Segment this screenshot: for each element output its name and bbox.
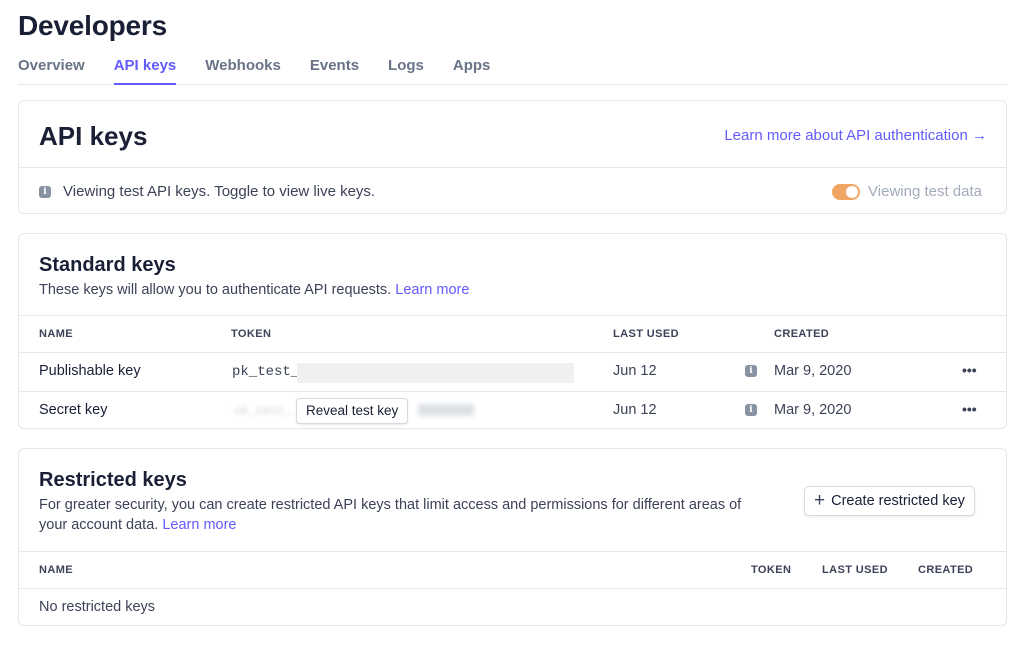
restricted-keys-description-line2: your account data. [39,517,159,533]
restricted-keys-description: For greater security, you can create res… [39,495,799,535]
publishable-key-token-masked [297,363,574,383]
create-restricted-key-button[interactable]: + Create restricted key [804,486,975,516]
no-restricted-keys-text: No restricted keys [39,599,156,615]
secret-key-created: Mar 9, 2020 [774,402,852,418]
secret-key-last-used: Jun 12 [613,402,657,418]
standard-keys-card: Standard keys These keys will allow you … [18,233,1007,429]
secret-key-more-icon[interactable]: ••• [962,401,977,417]
tab-apps[interactable]: Apps [453,54,491,85]
test-data-toggle-group: Viewing test data [832,183,982,200]
column-header-token: TOKEN [231,328,272,340]
info-icon: i [39,185,51,198]
column-header-created: CREATED [774,328,830,340]
api-keys-title: API keys [39,121,148,151]
divider [19,352,1006,353]
divider [19,167,1006,168]
divider [19,551,1006,552]
secret-key-token-hidden-tail [418,404,474,416]
create-restricted-key-label: Create restricted key [831,493,965,509]
tab-events[interactable]: Events [310,54,359,85]
tab-logs[interactable]: Logs [388,54,424,85]
tab-bar: Overview API keys Webhooks Events Logs A… [18,54,1007,85]
restricted-keys-title: Restricted keys [39,469,187,491]
column-header-name: NAME [39,564,73,576]
restricted-keys-card: Restricted keys For greater security, yo… [18,448,1007,626]
info-icon[interactable]: i [745,404,757,416]
publishable-key-last-used: Jun 12 [613,363,657,379]
column-header-name: NAME [39,328,73,340]
divider [19,588,1006,589]
test-keys-notice: i Viewing test API keys. Toggle to view … [39,183,375,200]
column-header-token: TOKEN [751,564,792,576]
standard-keys-description-text: These keys will allow you to authenticat… [39,282,392,298]
test-keys-notice-text: Viewing test API keys. Toggle to view li… [63,183,376,200]
tab-webhooks[interactable]: Webhooks [205,54,281,85]
column-header-created: CREATED [918,564,974,576]
divider [19,315,1006,316]
divider [19,391,1006,392]
column-header-last-used: LAST USED [613,328,679,340]
test-data-toggle-label: Viewing test data [868,183,982,200]
publishable-key-created: Mar 9, 2020 [774,363,852,379]
reveal-test-key-button[interactable]: Reveal test key [296,398,409,424]
column-header-last-used: LAST USED [822,564,888,576]
plus-icon: + [814,490,826,511]
secret-key-token-hidden: sk_test_ [234,404,292,418]
restricted-keys-description-line1: For greater security, you can create res… [39,497,742,513]
restricted-keys-learn-more-link[interactable]: Learn more [162,517,236,533]
standard-keys-description: These keys will allow you to authenticat… [39,280,469,300]
tab-overview[interactable]: Overview [18,54,85,85]
api-keys-card: API keys Learn more about API authentica… [18,100,1007,214]
learn-api-auth-link[interactable]: Learn more about API authentication → [724,127,987,144]
test-data-toggle[interactable] [832,183,861,200]
info-icon[interactable]: i [745,365,757,377]
standard-keys-title: Standard keys [39,254,176,276]
secret-key-name: Secret key [39,402,108,418]
publishable-key-more-icon[interactable]: ••• [962,362,977,378]
publishable-key-name: Publishable key [39,363,141,379]
standard-keys-learn-more-link[interactable]: Learn more [395,282,469,298]
publishable-key-token[interactable]: pk_test_ [232,364,299,380]
page-title: Developers [18,10,167,41]
tab-api-keys[interactable]: API keys [113,54,177,85]
